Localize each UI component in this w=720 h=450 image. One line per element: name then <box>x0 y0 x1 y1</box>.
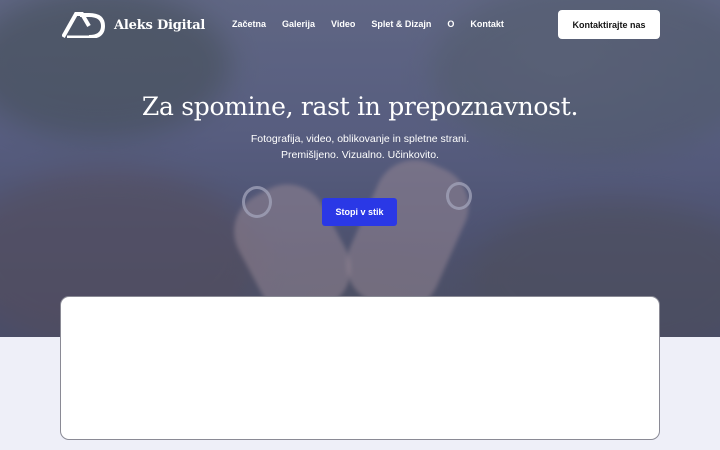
nav-item-home[interactable]: Začetna <box>232 19 266 29</box>
hero-background-image <box>0 0 720 337</box>
content-card <box>60 296 660 440</box>
nav-item-contact[interactable]: Kontakt <box>470 19 504 29</box>
top-navigation: Aleks Digital Začetna Galerija Video Spl… <box>0 0 720 50</box>
nav-item-gallery[interactable]: Galerija <box>282 19 315 29</box>
page: Aleks Digital Začetna Galerija Video Spl… <box>0 0 720 450</box>
brand-logo[interactable]: Aleks Digital <box>62 12 205 38</box>
nav-item-video[interactable]: Video <box>331 19 355 29</box>
ad-monogram-icon <box>62 12 106 38</box>
hero-subtitle-line-1: Fotografija, video, oblikovanje in splet… <box>250 133 470 145</box>
hero-subtitle-line-2: Premišljeno. Vizualno. Učinkovito. <box>281 149 439 161</box>
get-in-touch-button[interactable]: Stopi v stik <box>322 198 397 226</box>
contact-us-button[interactable]: Kontaktirajte nas <box>558 10 660 39</box>
hero-title: Za spomine, rast in prepoznavnost. <box>141 92 579 121</box>
nav-item-web-design[interactable]: Splet & Dizajn <box>371 19 431 29</box>
nav-item-about[interactable]: O <box>447 19 454 29</box>
hero-overlay <box>0 0 720 337</box>
main-menu: Začetna Galerija Video Splet & Dizajn O … <box>232 19 520 29</box>
brand-name: Aleks Digital <box>114 17 206 33</box>
